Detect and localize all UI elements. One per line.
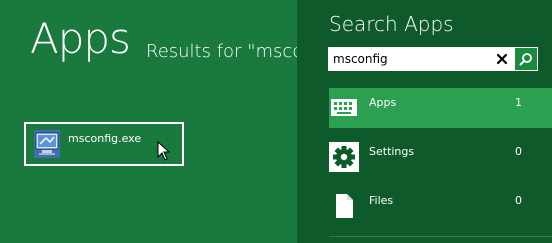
search-input[interactable] — [333, 50, 487, 68]
divider — [329, 236, 552, 237]
scope-label: Settings — [369, 145, 415, 158]
scope-label: Files — [369, 194, 394, 207]
scope-count: 1 — [515, 96, 522, 109]
results-for-text: Results for "msconfig" — [146, 41, 297, 62]
scope-label: Apps — [369, 96, 397, 109]
scope-count: 0 — [515, 194, 522, 207]
panel-title: Search Apps — [329, 12, 454, 36]
keyboard-icon — [329, 93, 359, 123]
gear-icon — [329, 142, 359, 172]
close-icon — [496, 53, 508, 65]
apps-results-area: Apps Results for "msconfig" msconfig.exe — [0, 0, 297, 243]
scope-count: 0 — [515, 145, 522, 158]
clear-search-button[interactable] — [491, 48, 513, 70]
search-button[interactable] — [515, 48, 537, 70]
msconfig-app-icon — [34, 130, 60, 158]
scope-apps[interactable]: Apps 1 — [329, 88, 552, 128]
search-box — [328, 47, 538, 71]
mouse-cursor-icon — [157, 141, 171, 161]
page-title: Apps — [30, 14, 131, 63]
result-label: msconfig.exe — [68, 132, 142, 145]
search-charm-panel: Search Apps msconfig Apps 1 Settings 0 F… — [297, 0, 552, 243]
scope-settings[interactable]: Settings 0 — [329, 137, 552, 177]
document-icon — [329, 191, 359, 221]
search-icon — [519, 53, 532, 66]
scope-files[interactable]: Files 0 — [329, 186, 552, 226]
